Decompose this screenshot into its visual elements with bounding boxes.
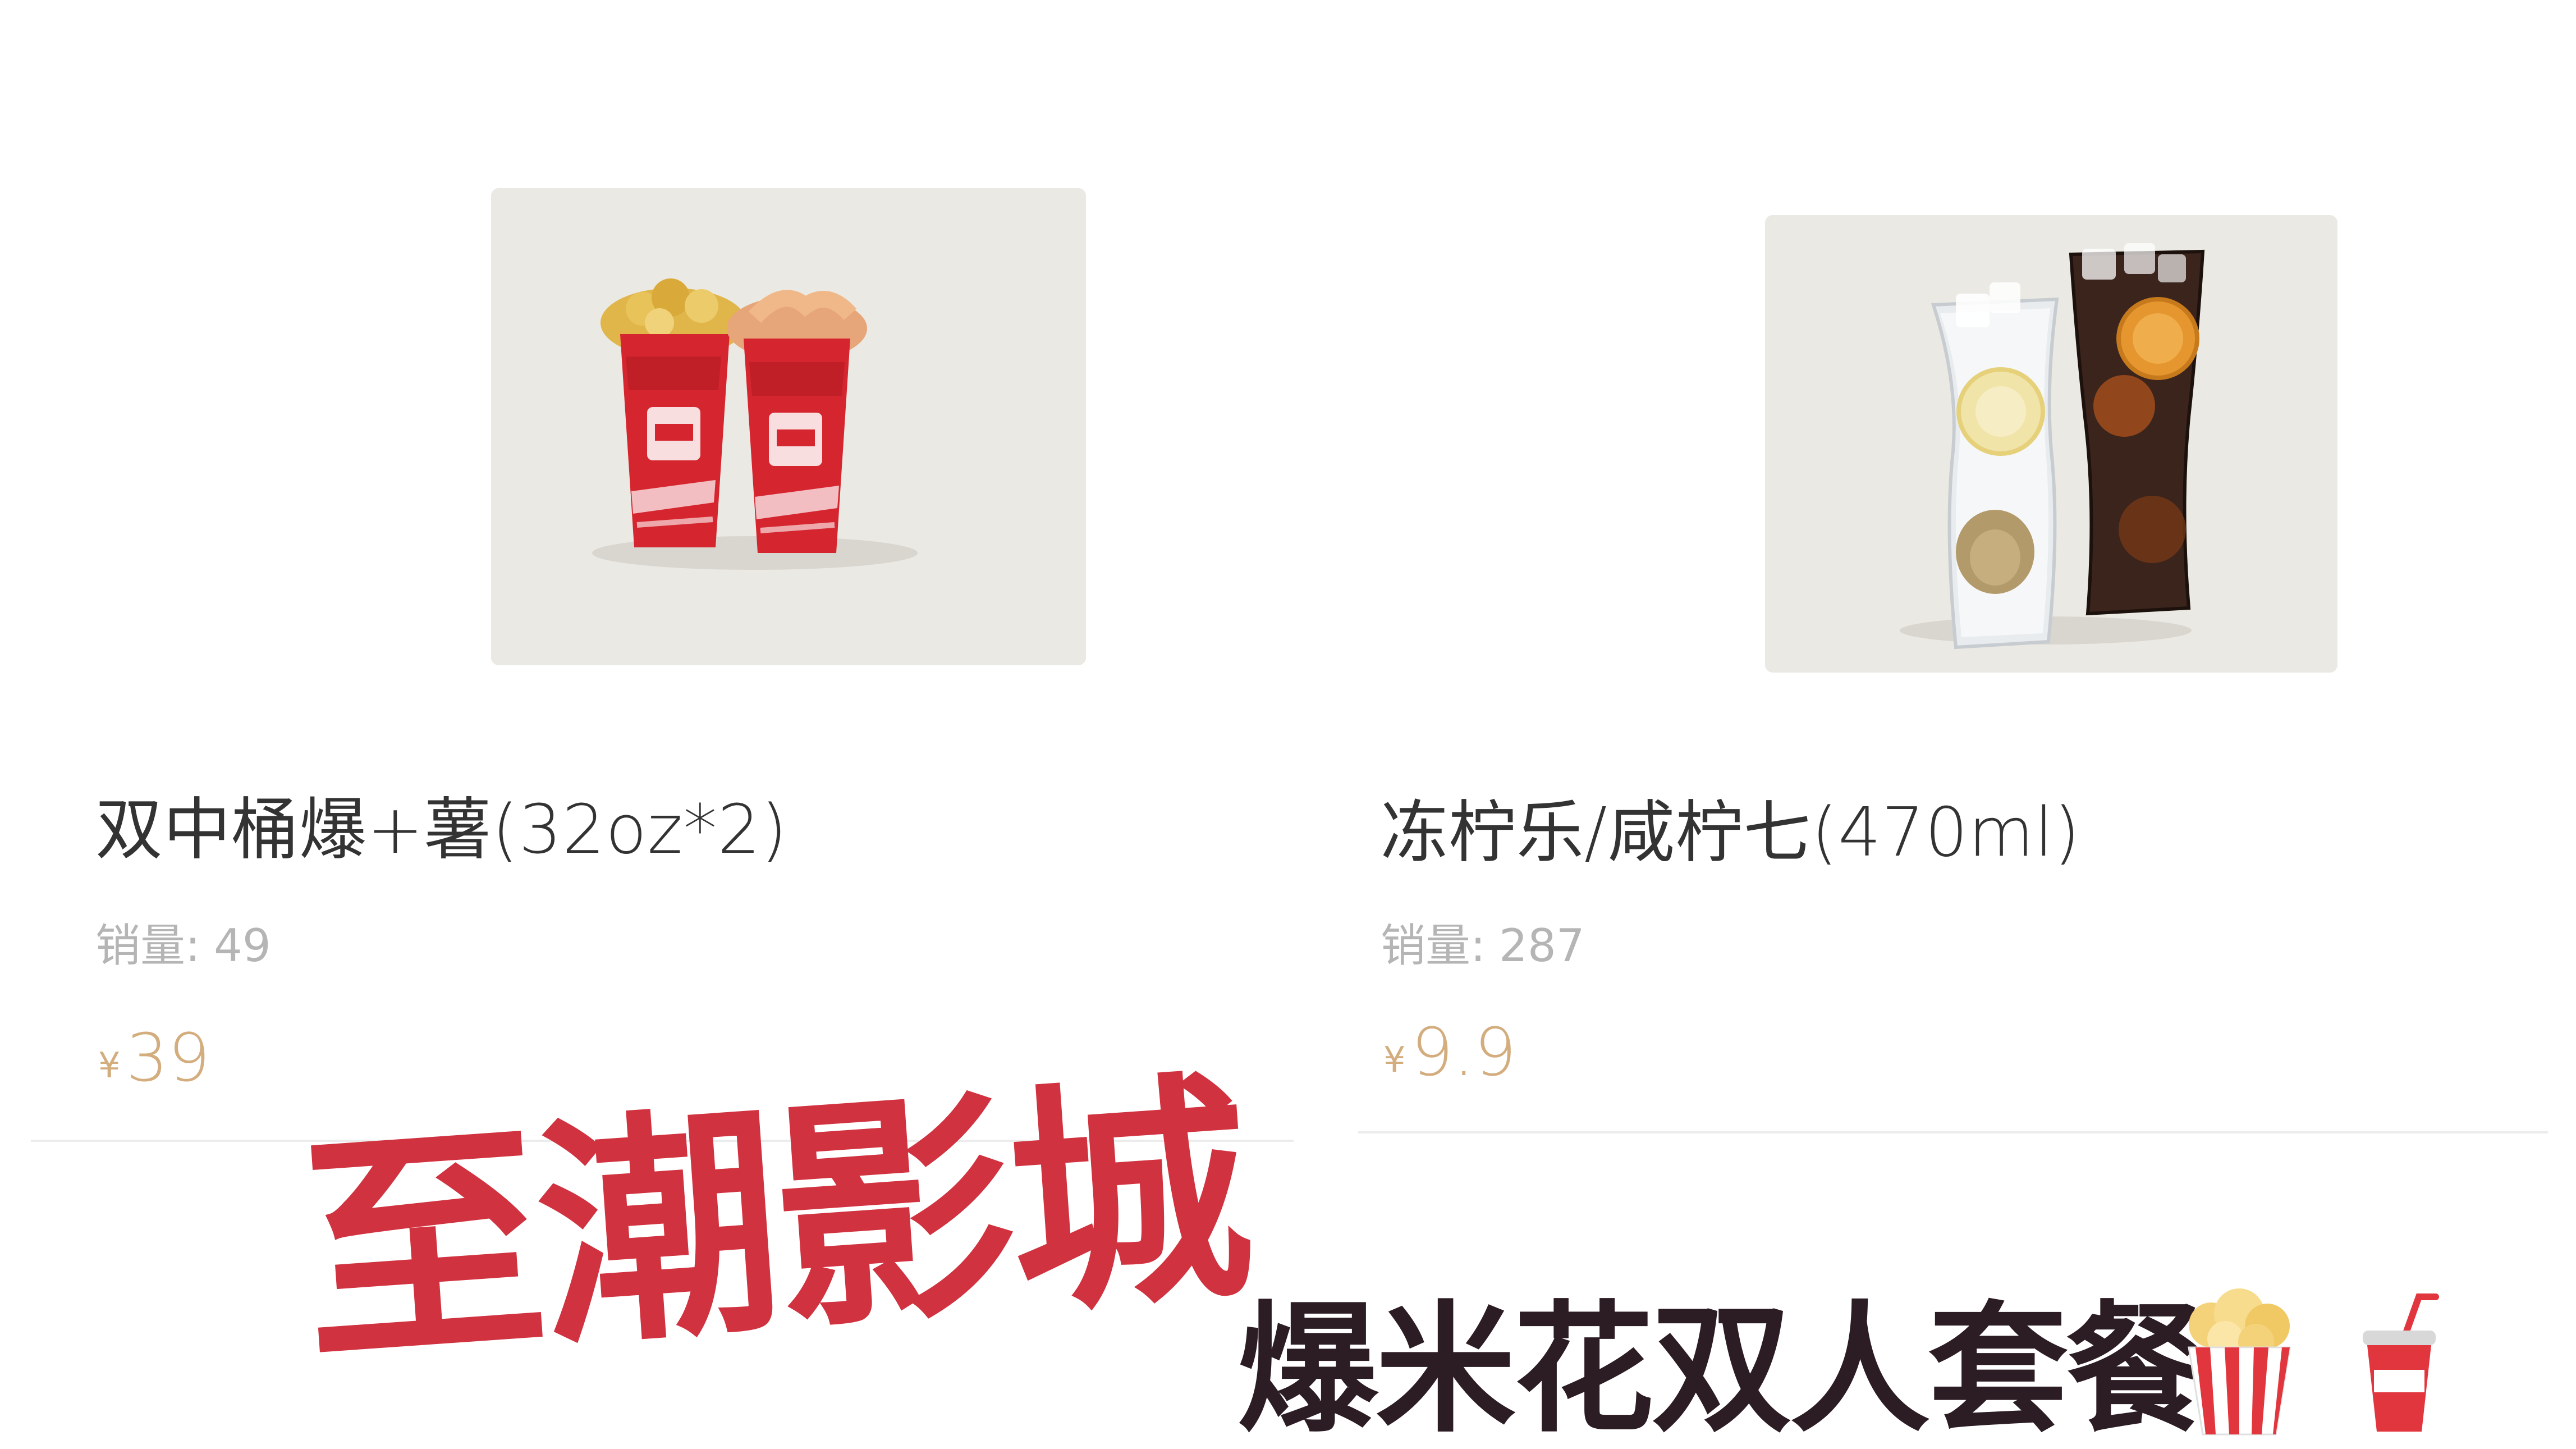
divider [1358,1131,2548,1133]
price-amount: 9.9 [1411,1013,1517,1091]
sales-count: 销量: 287 [1381,909,1585,975]
price-amount: 39 [126,1019,210,1096]
product-image-iced-drinks[interactable] [1765,215,2337,673]
sales-count: 销量: 49 [95,909,271,975]
product-price: ¥9.9 [1383,1013,1516,1091]
sales-value: 49 [213,920,271,972]
product-card-drinks[interactable]: 冻柠乐/咸柠七(470ml) 销量: 287 ¥9.9 [1358,0,2548,1145]
product-card-popcorn[interactable]: 双中桶爆+薯(32oz*2) 销量: 49 ¥39 [31,0,1294,1145]
sales-label: 销量: [95,920,200,972]
drink-cup-icon [2352,1291,2447,1437]
screenshot-page: 双中桶爆+薯(32oz*2) 销量: 49 ¥39 冻柠乐/咸柠七(470ml)… [0,0,2576,1449]
currency-symbol: ¥ [98,1045,121,1086]
sales-label: 销量: [1381,920,1486,972]
product-image-popcorn-buckets[interactable] [491,188,1086,665]
sales-value: 287 [1498,920,1585,972]
product-price: ¥39 [98,1019,210,1096]
product-name[interactable]: 冻柠乐/咸柠七(470ml) [1381,778,2080,875]
popcorn-icon [2178,1286,2301,1437]
product-name[interactable]: 双中桶爆+薯(32oz*2) [95,775,788,872]
overlay-subtitle: 爆米花双人套餐 [1237,1288,2206,1449]
currency-symbol: ¥ [1383,1039,1406,1080]
